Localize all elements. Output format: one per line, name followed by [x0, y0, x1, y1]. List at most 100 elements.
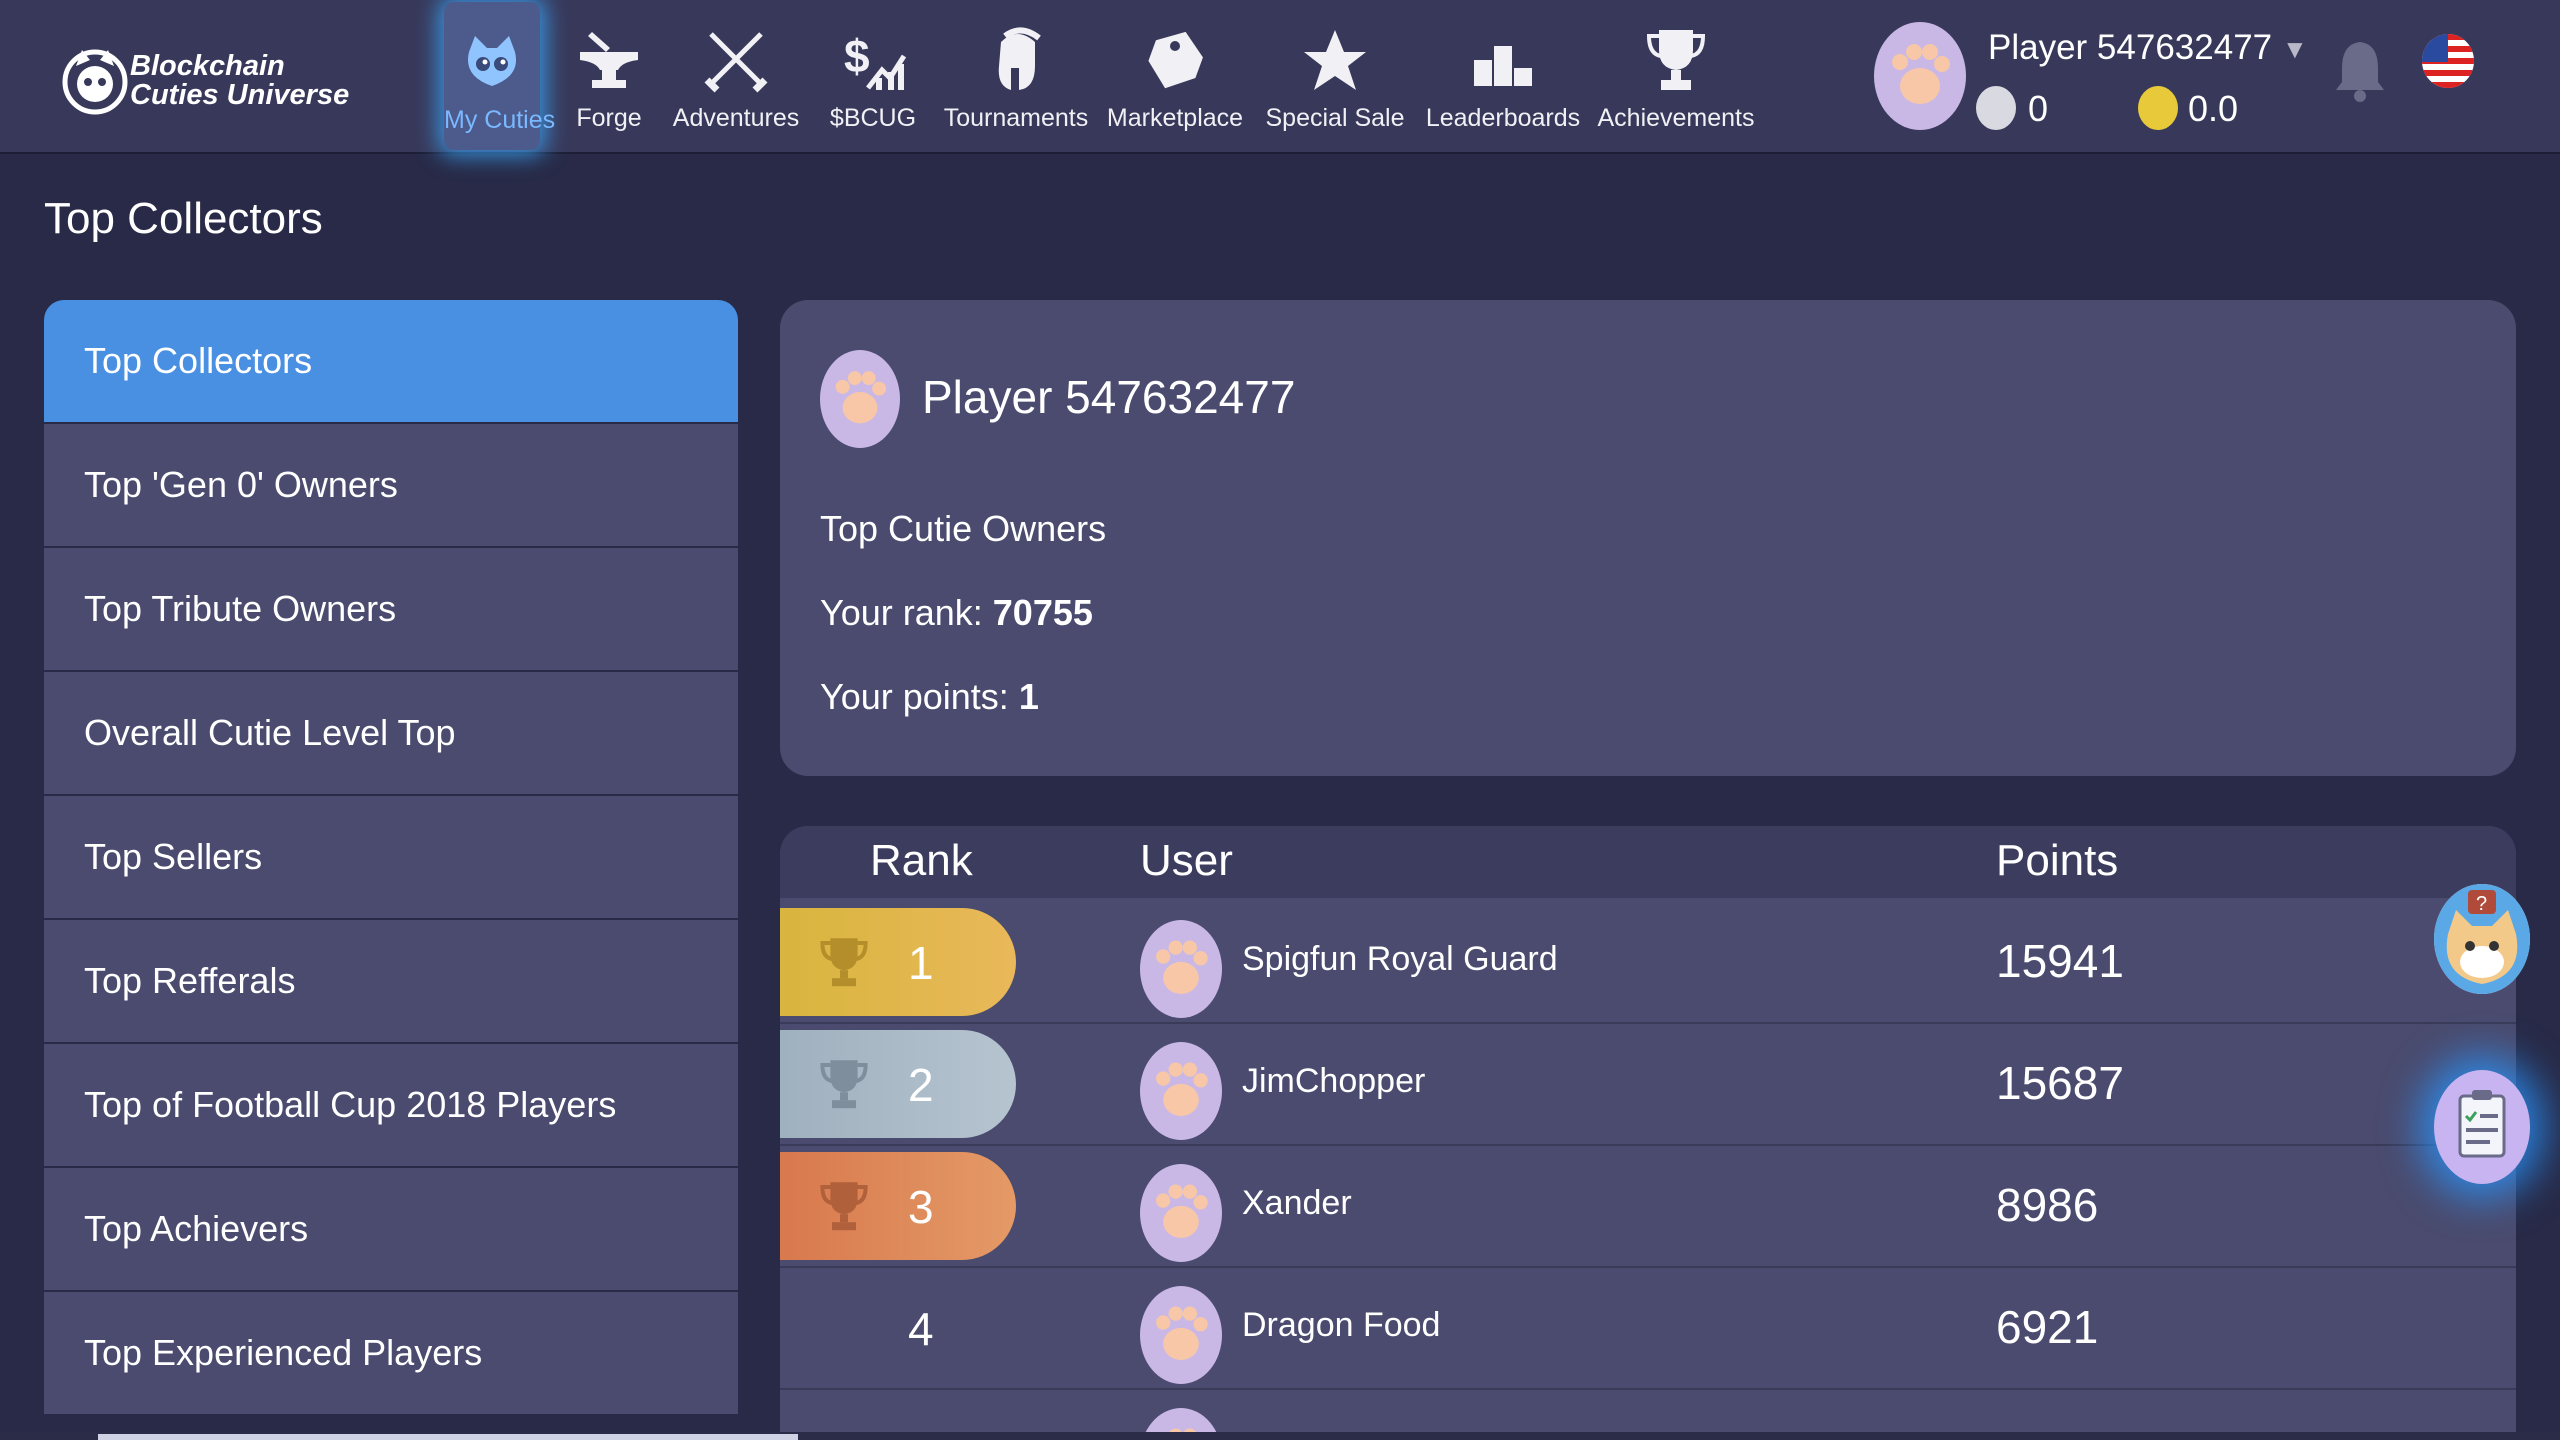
table-row[interactable]: 2 JimChopper 15687	[780, 1024, 2516, 1146]
points-value: 6921	[1996, 1301, 2099, 1353]
podium-icon	[1474, 46, 1532, 86]
cat-help-icon: ?	[2434, 884, 2530, 994]
sidebar-item-top-tribute-owners[interactable]: Top Tribute Owners	[44, 548, 738, 670]
points-value: 1	[1018, 676, 1039, 717]
rank-badge-silver: 2	[780, 1030, 1016, 1138]
table-row[interactable]: 1 Spigfun Royal Guard 15941	[780, 902, 2516, 1024]
nav-label: Adventures	[672, 104, 800, 132]
sidebar-item-label: Top Achievers	[84, 1208, 309, 1249]
star-icon	[1304, 30, 1366, 90]
player-name[interactable]: Player 547632477	[1988, 28, 2272, 68]
sidebar-item-label: Overall Cutie Level Top	[84, 712, 456, 753]
leaderboard-table: Rank User Points 1 Spigfun Royal Guard 1…	[780, 826, 2516, 1440]
dollar-chart-icon: $	[844, 30, 907, 90]
user-name[interactable]: Spigfun Royal Guard	[1242, 940, 1558, 979]
sidebar-item-top-achievers[interactable]: Top Achievers	[44, 1168, 738, 1290]
user-avatar[interactable]	[1874, 22, 1966, 130]
sidebar-item-top-referrals[interactable]: Top Refferals	[44, 920, 738, 1042]
rank-number: 2	[908, 1059, 934, 1111]
rank-label: Your rank:	[820, 592, 993, 633]
scrollbar-thumb[interactable]	[98, 1434, 798, 1440]
paw-icon	[1156, 1184, 1208, 1238]
paw-icon	[1156, 940, 1208, 994]
avatar[interactable]	[1140, 920, 1222, 1018]
horizontal-scrollbar[interactable]	[0, 1432, 2560, 1440]
nav-leaderboards[interactable]: Leaderboards	[1422, 0, 1584, 152]
table-header: Rank User Points	[780, 826, 2516, 898]
nav-label: Forge	[576, 104, 642, 132]
logo-line-2: Cuties Universe	[130, 79, 350, 111]
anvil-icon	[580, 32, 638, 88]
trophy-icon	[820, 1060, 868, 1109]
nav-label: Tournaments	[943, 104, 1089, 132]
sidebar-item-label: Top Experienced Players	[84, 1332, 483, 1373]
nav-label: $BCUG	[829, 104, 917, 132]
nav-label: Achievements	[1597, 104, 1755, 132]
app-logo[interactable]: Blockchain Cuties Universe	[62, 36, 349, 128]
help-cat-button[interactable]: ?	[2434, 884, 2530, 994]
page-title: Top Collectors	[44, 194, 323, 243]
leaderboard-category-list: Top Collectors Top 'Gen 0' Owners Top Tr…	[44, 300, 738, 1416]
nav-bcug[interactable]: $ $BCUG	[810, 0, 936, 152]
user-name[interactable]: Dragon Food	[1242, 1306, 1440, 1345]
paw-icon	[1156, 1306, 1208, 1360]
sidebar-item-football-cup-2018[interactable]: Top of Football Cup 2018 Players	[44, 1044, 738, 1166]
rank-value: 70755	[992, 592, 1093, 633]
table-row[interactable]: 3 Xander 8986	[780, 1146, 2516, 1268]
sidebar-item-top-gen0-owners[interactable]: Top 'Gen 0' Owners	[44, 424, 738, 546]
paw-icon	[1892, 44, 1950, 104]
rank-badge-bronze: 3	[780, 1152, 1016, 1260]
svg-text:?: ?	[2476, 893, 2487, 915]
rank-badge-gold: 1	[780, 908, 1016, 1016]
nav-tournaments[interactable]: Tournaments	[940, 0, 1092, 152]
top-navigation-bar: Blockchain Cuties Universe My Cuties For…	[0, 0, 2560, 154]
app-logo-text: Blockchain Cuties Universe	[130, 52, 349, 110]
rank-number: 1	[908, 937, 934, 989]
nav-label: Special Sale	[1265, 104, 1405, 132]
trophy-icon	[820, 1182, 868, 1231]
sidebar-item-overall-cutie-level[interactable]: Overall Cutie Level Top	[44, 672, 738, 794]
user-name[interactable]: JimChopper	[1242, 1062, 1425, 1101]
nav-achievements[interactable]: Achievements	[1596, 0, 1756, 152]
sidebar-item-label: Top Sellers	[84, 836, 263, 877]
summary-player-name: Player 547632477	[922, 371, 1296, 423]
sidebar-item-label: Top Refferals	[84, 960, 296, 1001]
nav-label: Leaderboards	[1425, 104, 1581, 132]
sidebar-item-top-experienced[interactable]: Top Experienced Players	[44, 1292, 738, 1414]
tasks-button[interactable]	[2434, 1070, 2530, 1184]
sidebar-item-label: Top Tribute Owners	[84, 588, 397, 629]
sidebar-item-label: Top Collectors	[84, 340, 313, 381]
trophy-icon	[820, 938, 868, 987]
us-flag-icon[interactable]	[2422, 34, 2474, 88]
points-value: 8986	[1996, 1179, 2099, 1231]
table-row[interactable]: 4 Dragon Food 6921	[780, 1268, 2516, 1390]
bell-icon[interactable]	[2334, 38, 2386, 102]
avatar[interactable]	[1140, 1042, 1222, 1140]
clipboard-icon	[2458, 1090, 2506, 1158]
gold-coin-icon	[2138, 86, 2178, 130]
price-tag-icon	[1148, 31, 1203, 89]
nav-adventures[interactable]: Adventures	[666, 0, 806, 152]
nav-special-sale[interactable]: Special Sale	[1260, 0, 1410, 152]
summary-points: Your points: 1	[820, 676, 1039, 718]
avatar[interactable]	[1140, 1164, 1222, 1262]
nav-forge[interactable]: Forge	[558, 0, 660, 152]
points-label: Your points:	[820, 676, 1019, 717]
svg-text:$: $	[844, 30, 870, 82]
chevron-down-icon[interactable]: ▼	[2282, 34, 2308, 65]
summary-category: Top Cutie Owners	[820, 508, 1107, 549]
user-name[interactable]: Xander	[1242, 1184, 1352, 1223]
trophy-icon	[1646, 30, 1706, 90]
avatar	[820, 350, 900, 448]
avatar[interactable]	[1140, 1286, 1222, 1384]
crossed-swords-icon	[704, 32, 768, 93]
sidebar-item-label: Top of Football Cup 2018 Players	[84, 1084, 617, 1125]
column-header-rank: Rank	[870, 836, 973, 885]
logo-line-1: Blockchain	[130, 50, 285, 82]
sidebar-item-top-collectors[interactable]: Top Collectors	[44, 300, 738, 422]
sidebar-item-top-sellers[interactable]: Top Sellers	[44, 796, 738, 918]
silver-balance: 0	[2028, 88, 2049, 129]
nav-label: My Cuties	[444, 106, 556, 134]
nav-my-cuties[interactable]: My Cuties	[444, 2, 556, 150]
nav-marketplace[interactable]: Marketplace	[1100, 0, 1250, 152]
